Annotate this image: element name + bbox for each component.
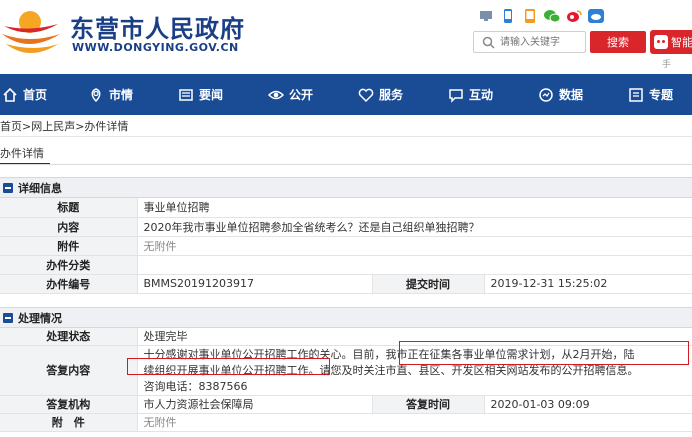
title-value: 事业单位招聘 [137, 198, 692, 218]
cloud-icon[interactable] [588, 8, 604, 24]
nav-item-open[interactable]: 公开 [268, 74, 313, 115]
main-nav: 首页 市情 要闻 公开 服务 互动 数据 专题 [0, 74, 692, 115]
category-label: 办件分类 [0, 255, 138, 275]
process-section: 处理情况 处理状态 处理完毕 答复内容 十分感谢对事业单位公开招聘工作的关心。目… [0, 307, 692, 432]
news-icon [179, 88, 193, 101]
nav-label: 服务 [379, 88, 404, 102]
submit-time-label: 提交时间 [372, 274, 485, 294]
table-row: 办件编号 BMMS20191203917 提交时间 2019-12-31 15:… [0, 274, 692, 294]
table-row: 答复内容 十分感谢对事业单位公开招聘工作的关心。目前，我市正在征集各事业单位需求… [0, 345, 692, 396]
data-icon [539, 87, 553, 102]
status-label: 处理状态 [0, 328, 138, 346]
reply-line: 十分感谢对事业单位公开招聘工作的关心。目前，我市正在征集各事业单位需求计划，从2… [143, 347, 635, 361]
search-icon [482, 36, 495, 49]
table-row: 内容 2020年我市事业单位招聘参加全省统考么？还是自己组织单独招聘？ [0, 217, 692, 237]
attachment-label: 附件 [0, 236, 138, 256]
nav-label: 公开 [289, 88, 314, 102]
process-section-heading: 处理情况 [0, 308, 692, 328]
reply-time-label: 答复时间 [372, 395, 485, 414]
reply-org-label: 答复机构 [0, 395, 138, 414]
chat-icon [449, 88, 463, 103]
divider [0, 164, 692, 165]
category-value [137, 255, 692, 275]
reply-org-value: 市人力资源社会保障局 [137, 395, 373, 414]
reply-attachment-label: 附 件 [0, 413, 138, 432]
smart-assistant-label: 智能 [671, 36, 692, 49]
search-box [473, 31, 586, 53]
nav-label: 数据 [559, 88, 584, 102]
case-number-value: BMMS20191203917 [137, 274, 373, 294]
collapse-icon[interactable] [3, 182, 13, 193]
smart-assistant-button[interactable]: 智能 [650, 30, 692, 54]
process-table: 处理状态 处理完毕 答复内容 十分感谢对事业单位公开招聘工作的关心。目前，我市正… [0, 328, 692, 432]
heart-icon [358, 88, 374, 102]
reply-line: 咨询电话：8387566 [143, 379, 248, 393]
tab-case-detail[interactable]: 办件详情 [0, 145, 44, 161]
table-row: 办件分类 [0, 255, 692, 275]
search-button[interactable]: 搜索 [590, 31, 646, 53]
nav-item-city[interactable]: 市情 [88, 74, 133, 115]
smart-assistant-sub: 手 [662, 60, 672, 70]
city-icon [91, 87, 101, 102]
detail-table: 标题 事业单位招聘 内容 2020年我市事业单位招聘参加全省统考么？还是自己组织… [0, 198, 692, 294]
nav-item-interact[interactable]: 互动 [448, 74, 493, 115]
reply-label: 答复内容 [0, 345, 138, 396]
nav-item-news[interactable]: 要闻 [178, 74, 223, 115]
status-value: 处理完毕 [137, 328, 692, 346]
robot-icon [654, 35, 668, 49]
phone-icon[interactable] [500, 8, 516, 24]
detail-section: 详细信息 标题 事业单位招聘 内容 2020年我市事业单位招聘参加全省统考么？还… [0, 177, 692, 294]
divider [0, 136, 692, 137]
reply-attachment-value: 无附件 [137, 413, 692, 432]
search-input[interactable] [500, 34, 584, 50]
weibo-icon[interactable] [566, 8, 582, 24]
reply-line: 续组织开展事业单位公开招聘工作。请您及时关注市直、县区、开发区相关网站发布的公开… [143, 363, 639, 377]
home-icon [3, 87, 17, 102]
page: { "header": { "site_title": "东营市人民政府", "… [0, 0, 692, 437]
content-value: 2020年我市事业单位招聘参加全省统考么？还是自己组织单独招聘？ [137, 217, 692, 237]
social-links [478, 8, 604, 24]
pc-icon[interactable] [478, 8, 494, 24]
content-label: 内容 [0, 217, 138, 237]
case-number-label: 办件编号 [0, 274, 138, 294]
topic-icon [629, 87, 643, 102]
table-row: 标题 事业单位招聘 [0, 198, 692, 218]
nav-item-data[interactable]: 数据 [538, 74, 583, 115]
table-row: 处理状态 处理完毕 [0, 328, 692, 346]
process-heading-text: 处理情况 [18, 311, 62, 325]
site-domain: WWW.DONGYING.GOV.CN [72, 41, 239, 54]
nav-label: 首页 [23, 88, 48, 102]
collapse-icon[interactable] [3, 312, 13, 323]
nav-item-service[interactable]: 服务 [358, 74, 403, 115]
detail-section-heading: 详细信息 [0, 178, 692, 198]
nav-item-topic[interactable]: 专题 [628, 74, 673, 115]
site-header: 东营市人民政府 WWW.DONGYING.GOV.CN 搜索 智能 手 [0, 0, 692, 73]
app-icon[interactable] [522, 8, 538, 24]
nav-item-home[interactable]: 首页 [2, 74, 47, 115]
reply-content: 十分感谢对事业单位公开招聘工作的关心。目前，我市正在征集各事业单位需求计划，从2… [137, 345, 692, 396]
nav-label: 要闻 [199, 88, 224, 102]
table-row: 附 件 无附件 [0, 413, 692, 432]
submit-time-value: 2019-12-31 15:25:02 [484, 274, 692, 294]
logo-icon[interactable] [0, 4, 62, 60]
breadcrumb[interactable]: 首页>网上民声>办件详情 [0, 118, 128, 134]
detail-heading-text: 详细信息 [18, 181, 62, 195]
nav-label: 专题 [649, 88, 674, 102]
title-label: 标题 [0, 198, 138, 218]
reply-time-value: 2020-01-03 09:09 [484, 395, 692, 414]
attachment-value: 无附件 [137, 236, 692, 256]
wechat-icon[interactable] [544, 8, 560, 24]
site-title[interactable]: 东营市人民政府 [70, 9, 245, 44]
table-row: 附件 无附件 [0, 236, 692, 256]
nav-label: 互动 [469, 88, 494, 102]
eye-icon [268, 90, 284, 99]
nav-label: 市情 [109, 88, 134, 102]
table-row: 答复机构 市人力资源社会保障局 答复时间 2020-01-03 09:09 [0, 395, 692, 414]
